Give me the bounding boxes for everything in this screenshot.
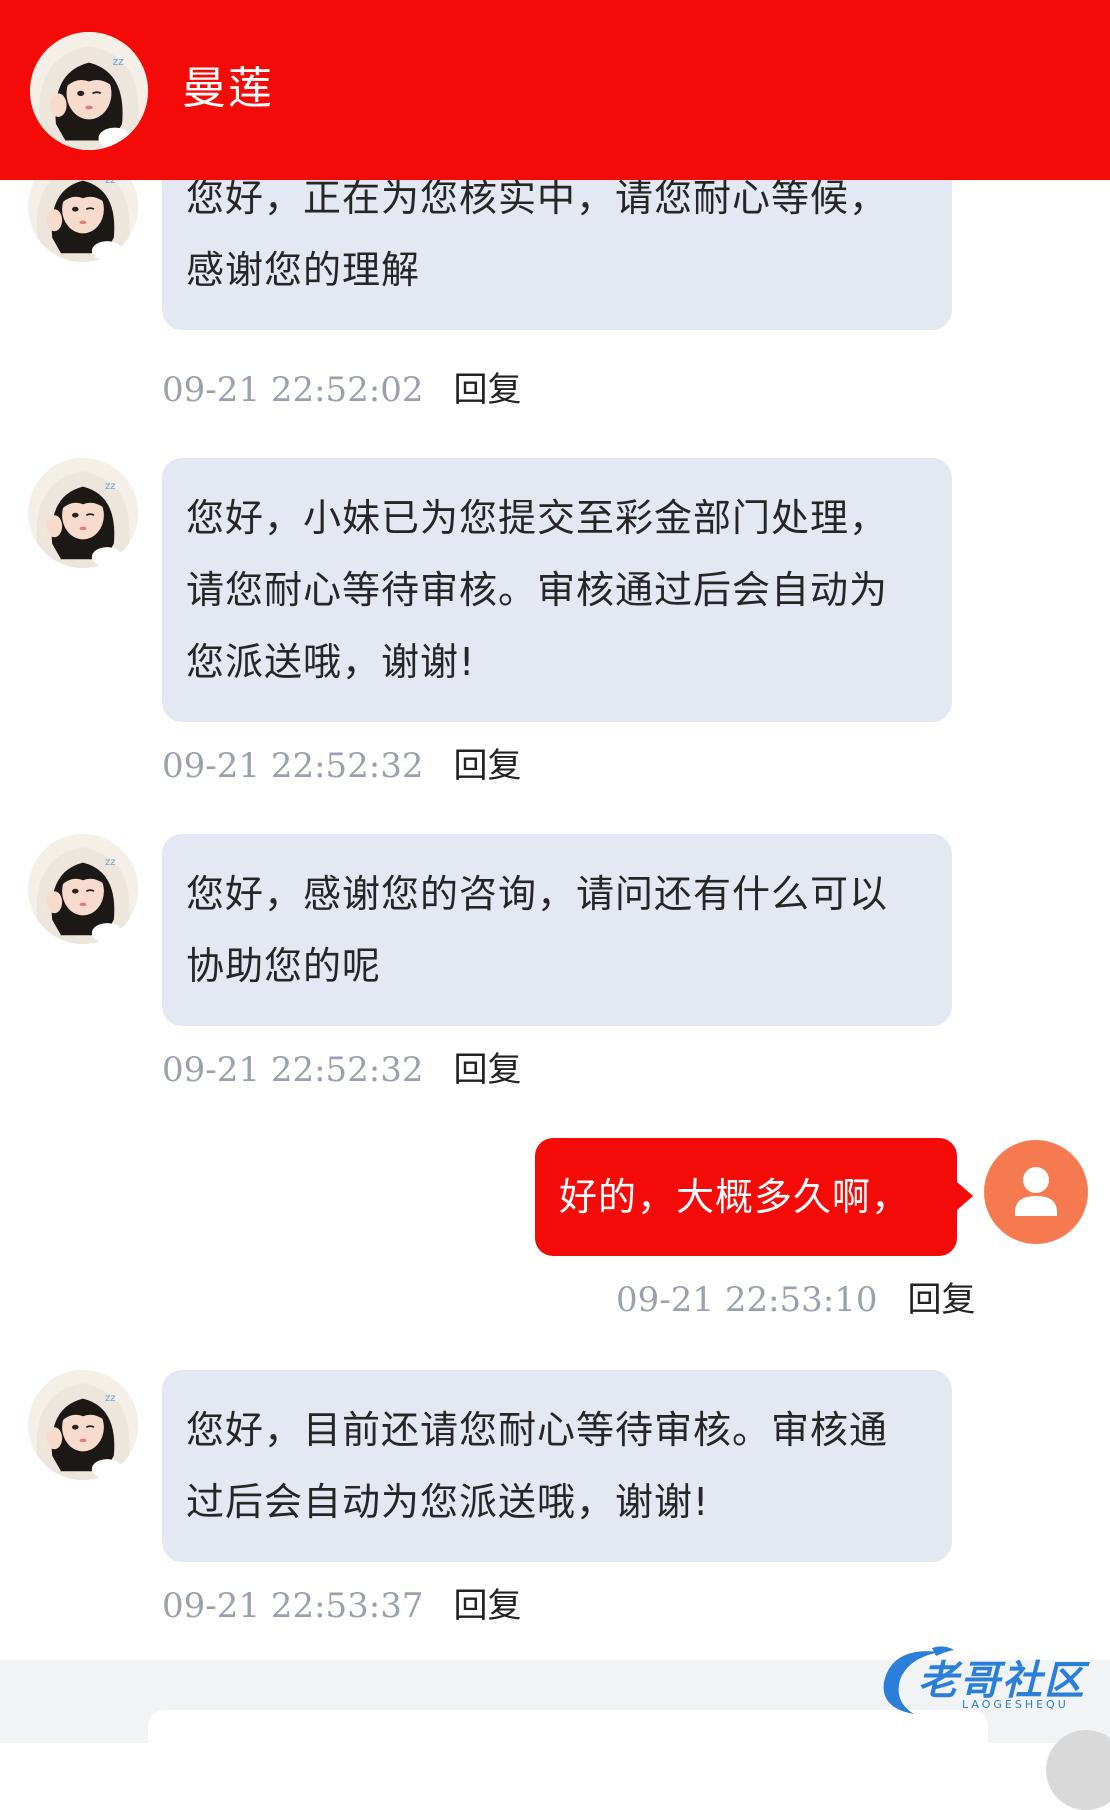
watermark-subtext: LAOGESHEQU [962,1698,1069,1711]
reply-button[interactable]: 回复 [454,1586,522,1626]
user-person-icon [1015,1167,1057,1216]
chat-header: 曼莲 [0,0,1110,180]
message-timestamp: 09-21 22:52:32 [162,1050,424,1090]
agent-message-bubble: 您好，感谢您的咨询，请问还有什么可以协助您的呢 [162,834,952,1026]
agent-avatar-image [28,1370,138,1480]
agent-avatar-image [28,834,138,944]
message-meta: 09-21 22:52:32 回复 [162,1042,522,1091]
message-meta: 09-21 22:53:37 回复 [162,1578,522,1627]
agent-avatar[interactable] [28,834,138,944]
message-meta: 09-21 22:52:02 回复 [162,362,522,411]
agent-avatar-image [30,32,148,150]
agent-avatar-image [28,458,138,568]
agent-message-bubble: 您好，目前还请您耐心等待审核。审核通过后会自动为您派送哦，谢谢! [162,1370,952,1562]
message-timestamp: 09-21 22:52:02 [162,370,424,410]
agent-avatar[interactable] [28,458,138,568]
user-avatar[interactable] [984,1140,1088,1244]
chat-title: 曼莲 [182,63,274,114]
agent-message-bubble: 您好，小妹已为您提交至彩金部门处理，请您耐心等待审核。审核通过后会自动为您派送哦… [162,458,952,722]
send-button[interactable] [1046,1730,1110,1810]
message-meta: 09-21 22:53:10 回复 [616,1272,976,1321]
message-meta: 09-21 22:52:32 回复 [162,738,522,787]
agent-avatar[interactable] [28,1370,138,1480]
message-timestamp: 09-21 22:53:37 [162,1586,424,1626]
message-timestamp: 09-21 22:52:32 [162,746,424,786]
reply-button[interactable]: 回复 [908,1280,976,1320]
agent-avatar-header[interactable] [30,32,148,150]
user-message-bubble: 好的，大概多久啊， [535,1138,957,1256]
user-bubble-tail [957,1182,973,1210]
message-input[interactable] [148,1710,988,1770]
reply-button[interactable]: 回复 [454,746,522,786]
message-timestamp: 09-21 22:53:10 [616,1280,878,1320]
watermark-logo: 老哥社区 LAOGESHEQU [870,1640,1100,1720]
reply-button[interactable]: 回复 [454,370,522,410]
reply-button[interactable]: 回复 [454,1050,522,1090]
